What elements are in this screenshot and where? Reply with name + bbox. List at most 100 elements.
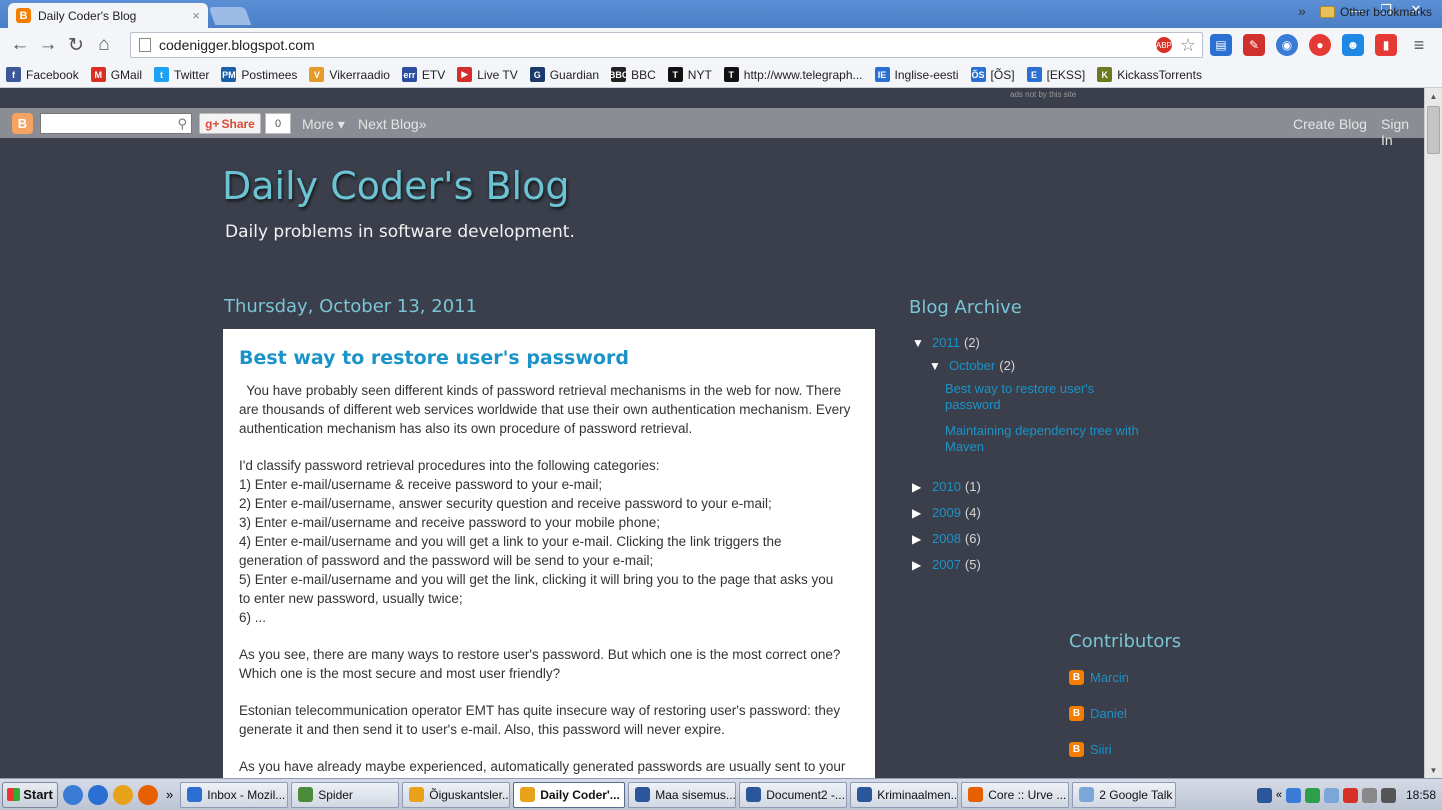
bookmarks-overflow-icon[interactable]: » [1298, 3, 1306, 19]
archive-post-link[interactable]: Maintaining dependency tree with Maven [945, 423, 1155, 455]
star-icon[interactable]: ☆ [1180, 35, 1196, 56]
extension-draw-icon[interactable]: ✎ [1243, 34, 1265, 56]
more-menu[interactable]: More ▾ [302, 116, 345, 133]
bookmark-item[interactable]: err ETV [401, 67, 445, 82]
taskbar-button[interactable]: Spider [291, 781, 400, 808]
search-icon[interactable]: ⚲ [177, 116, 187, 132]
extension-globe-icon[interactable]: ◉ [1276, 34, 1298, 56]
contributor-name[interactable]: Marcin [1090, 670, 1129, 685]
taskbar-button[interactable]: Core :: Urve ... [961, 781, 1070, 808]
contributor-item[interactable]: B Marcin [1069, 670, 1129, 685]
tray-volume-icon[interactable] [1361, 787, 1377, 803]
tab-close-icon[interactable]: × [192, 8, 200, 23]
archive-year-link[interactable]: 2008 [932, 531, 961, 546]
archive-year-2009[interactable]: ▶ 2009 (4) [912, 505, 981, 520]
taskbar-button[interactable]: Document2 -... [739, 781, 848, 808]
archive-month-link[interactable]: October [949, 358, 995, 373]
tray-language-icon[interactable] [1256, 787, 1272, 803]
contributor-item[interactable]: B Daniel [1069, 706, 1127, 721]
blogger-logo-icon[interactable]: B [12, 113, 33, 134]
contributor-item[interactable]: B Siiri [1069, 742, 1112, 757]
bookmark-item[interactable]: K KickassTorrents [1097, 67, 1202, 82]
quicklaunch-ie-icon[interactable] [63, 784, 83, 805]
expanded-triangle-icon[interactable]: ▼ [929, 359, 949, 373]
taskbar-button[interactable]: Maa sisemus.... [628, 781, 737, 808]
back-icon[interactable]: ← [6, 31, 34, 59]
blog-title[interactable]: Daily Coder's Blog [222, 164, 569, 208]
extension-record-icon[interactable]: ● [1309, 34, 1331, 56]
next-blog-link[interactable]: Next Blog» [358, 116, 426, 132]
create-blog-link[interactable]: Create Blog [1293, 116, 1367, 132]
archive-year-2010[interactable]: ▶ 2010 (1) [912, 479, 981, 494]
new-tab-button[interactable] [208, 7, 252, 25]
start-button[interactable]: Start [2, 781, 58, 808]
clock[interactable]: 18:58 [1406, 788, 1436, 802]
archive-year-link[interactable]: 2009 [932, 505, 961, 520]
bookmark-item[interactable]: ▶ Live TV [457, 67, 518, 82]
bookmark-item[interactable]: t Twitter [154, 67, 209, 82]
page-scrollbar[interactable]: ▲ ▼ [1424, 88, 1442, 778]
bookmark-item[interactable]: Thttp://www.telegraph... [723, 67, 863, 82]
archive-post-link[interactable]: Best way to restore user's password [945, 381, 1125, 413]
bookmark-item[interactable]: PM Postimees [221, 67, 297, 82]
quicklaunch-overflow-icon[interactable]: » [166, 787, 173, 802]
tray-expand-icon[interactable]: « [1276, 789, 1282, 801]
expanded-triangle-icon[interactable]: ▼ [912, 336, 932, 350]
taskbar-button[interactable]: Daily Coder'... [513, 781, 626, 808]
extension-users-icon[interactable]: ☻ [1342, 34, 1364, 56]
bookmark-item[interactable]: M GMail [90, 67, 142, 82]
tray-network-icon[interactable] [1285, 787, 1301, 803]
archive-year-link[interactable]: 2011 [932, 335, 960, 350]
tray-chat-icon[interactable] [1323, 787, 1339, 803]
adblock-icon[interactable]: ABP [1155, 37, 1172, 53]
archive-year-link[interactable]: 2007 [932, 557, 961, 572]
taskbar-button[interactable]: 2 Google Talk [1072, 781, 1177, 808]
extension-page-icon[interactable]: ▤ [1210, 34, 1232, 56]
contributor-name[interactable]: Daniel [1090, 706, 1127, 721]
bookmark-item[interactable]: f Facebook [6, 67, 79, 82]
tray-battery-icon[interactable] [1380, 787, 1396, 803]
blog-archive-title: Blog Archive [909, 297, 1022, 318]
bookmark-item[interactable]: T NYT [667, 67, 712, 82]
bookmark-item[interactable]: IE Inglise-eesti [874, 67, 959, 82]
taskbar-button[interactable]: Kriminaalmen... [850, 781, 959, 808]
scrollbar-thumb[interactable] [1427, 106, 1440, 154]
reload-icon[interactable]: ↻ [62, 31, 90, 59]
bookmark-item[interactable]: E [EKSS] [1026, 67, 1085, 82]
archive-month-count: (2) [999, 358, 1016, 373]
quicklaunch-chrome-icon[interactable] [113, 784, 133, 805]
bookmark-item[interactable]: ÕS [ÕS] [970, 67, 1015, 82]
bookmark-item[interactable]: BBC BBC [609, 67, 656, 82]
archive-year-2008[interactable]: ▶ 2008 (6) [912, 531, 981, 546]
archive-month-october[interactable]: ▼ October (2) [929, 358, 1015, 373]
archive-year-2007[interactable]: ▶ 2007 (5) [912, 557, 981, 572]
taskbar-button[interactable]: Õiguskantsler... [402, 781, 511, 808]
sign-in-link[interactable]: Sign In [1381, 116, 1424, 148]
forward-icon[interactable]: → [34, 31, 62, 59]
blog-search-input[interactable]: ⚲ [40, 113, 192, 134]
scroll-up-icon[interactable]: ▲ [1425, 88, 1442, 104]
quicklaunch-thunderbird-icon[interactable] [88, 784, 108, 805]
post-title[interactable]: Best way to restore user's password [239, 347, 859, 369]
bookmark-item[interactable]: V Vikerraadio [309, 67, 390, 82]
google-plus-share-button[interactable]: g+ Share [199, 113, 261, 134]
tab-daily-coders-blog[interactable]: B Daily Coder's Blog × [8, 3, 208, 28]
other-bookmarks[interactable]: Other bookmarks [1319, 5, 1432, 19]
tray-alert-icon[interactable] [1342, 787, 1358, 803]
archive-year-2011[interactable]: ▼ 2011 (2) [912, 335, 980, 350]
taskbar-button[interactable]: Inbox - Mozil... [180, 781, 289, 808]
collapsed-triangle-icon[interactable]: ▶ [912, 506, 932, 520]
archive-year-link[interactable]: 2010 [932, 479, 961, 494]
collapsed-triangle-icon[interactable]: ▶ [912, 558, 932, 572]
collapsed-triangle-icon[interactable]: ▶ [912, 480, 932, 494]
contributor-name[interactable]: Siiri [1090, 742, 1112, 757]
extension-bookmark-icon[interactable]: ▮ [1375, 34, 1397, 56]
collapsed-triangle-icon[interactable]: ▶ [912, 532, 932, 546]
tray-security-icon[interactable] [1304, 787, 1320, 803]
quicklaunch-firefox-icon[interactable] [138, 784, 158, 805]
scroll-down-icon[interactable]: ▼ [1425, 762, 1442, 778]
menu-icon[interactable]: ≡ [1408, 34, 1430, 56]
address-bar[interactable]: codenigger.blogspot.com ABP ☆ [130, 32, 1203, 58]
bookmark-item[interactable]: G Guardian [529, 67, 599, 82]
home-icon[interactable]: ⌂ [90, 31, 118, 59]
